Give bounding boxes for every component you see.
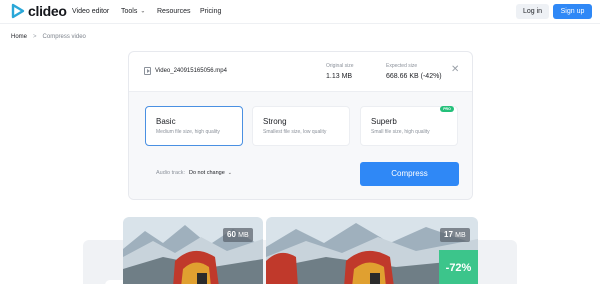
reduction-badge: -72% [439,250,478,284]
option-description: Small file size, high quality [371,129,430,135]
audio-track-value: Do not change [189,170,225,176]
signup-button[interactable]: Sign up [553,4,592,19]
option-description: Smallest file size, low quality [263,129,327,135]
pro-badge: PRO [440,106,454,112]
after-size-unit: MB [455,232,466,239]
nav-tools[interactable]: Tools ⌄ [121,7,145,17]
nav-tools-label: Tools [121,8,138,15]
compression-options: Basic Medium file size, high quality Str… [129,92,472,199]
before-size-unit: MB [238,232,249,239]
before-size-badge: 60 MB [223,228,253,242]
nav-resources[interactable]: Resources [157,7,190,17]
after-size-badge: 17 MB [440,228,470,242]
play-logo-icon [11,3,25,19]
after-size-value: 17 [444,230,453,239]
breadcrumb-current: Compress video [42,34,86,40]
breadcrumb: Home > Compress video [11,33,86,41]
option-basic[interactable]: Basic Medium file size, high quality [145,106,243,146]
nav-pricing[interactable]: Pricing [200,7,221,17]
option-title: Superb [371,117,397,126]
expected-size-label: Expected size [386,63,418,69]
option-strong[interactable]: Strong Smallest file size, low quality [252,106,350,146]
nav-video-editor[interactable]: Video editor [72,7,109,17]
expected-size-value: 668.66 KB (-42%) [386,73,442,80]
before-size-value: 60 [227,230,236,239]
compress-button[interactable]: Compress [360,162,459,186]
original-size-label: Original size [326,63,354,69]
file-name: Video_240915165056.mp4 [155,68,227,74]
video-file-icon [144,67,151,75]
file-info-row: Video_240915165056.mp4 Original size 1.1… [129,52,472,92]
chevron-down-icon: ⌄ [140,8,146,15]
compress-card: Video_240915165056.mp4 Original size 1.1… [128,51,473,200]
original-size-value: 1.13 MB [326,73,353,80]
option-title: Basic [156,117,176,126]
top-header: clideo Video editor Tools ⌄ Resources Pri… [0,0,600,24]
audio-track-select[interactable]: Do not change ⌄ [189,169,232,177]
clideo-logo[interactable]: clideo [11,3,67,19]
option-description: Medium file size, high quality [156,129,220,135]
breadcrumb-home[interactable]: Home [11,33,27,41]
option-superb[interactable]: PRO Superb Small file size, high quality [360,106,458,146]
login-button[interactable]: Log in [516,4,549,19]
audio-track-label: Audio track: [156,170,186,176]
option-title: Strong [263,117,287,126]
brand-name: clideo [28,3,67,19]
breadcrumb-separator-icon: > [33,34,37,40]
close-icon[interactable]: ✕ [451,64,459,76]
chevron-down-icon: ⌄ [227,170,232,176]
